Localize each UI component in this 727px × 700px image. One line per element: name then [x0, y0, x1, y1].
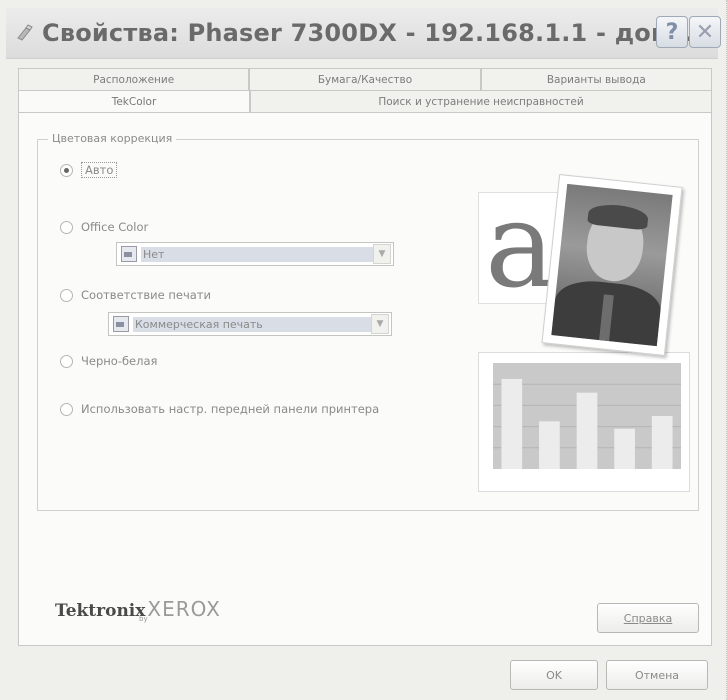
window-title: Свойства: Phaser 7300DX - 192.168.1.1 - … [42, 19, 712, 47]
tekcolor-panel: Цветовая коррекция Авто Office Color Нет… [18, 112, 712, 646]
tab-troubleshooting[interactable]: Поиск и устранение неисправностей [250, 90, 712, 112]
radio-black-white-button[interactable] [60, 354, 73, 368]
press-match-value: Коммерческая печать [133, 316, 371, 332]
tab-output-options[interactable]: Варианты вывода [480, 68, 712, 90]
radio-office-color-label: Office Color [81, 220, 149, 234]
preview-photo [541, 173, 683, 357]
chart-bar [576, 392, 598, 469]
help-button[interactable]: Справка [597, 603, 699, 633]
brand-tektronix: Tektronix [55, 601, 146, 621]
close-title-button[interactable]: ✕ [689, 16, 721, 48]
brand-xerox: XEROX [147, 597, 221, 621]
chart-bar [614, 428, 635, 469]
tektronix-xerox-logo: Tektronix XEROX by [55, 597, 221, 623]
title-bar: Свойства: Phaser 7300DX - 192.168.1.1 - … [6, 8, 721, 59]
radio-office-color[interactable]: Office Color [60, 220, 148, 234]
office-color-value: Нет [141, 246, 373, 262]
preview-chart-card [478, 352, 690, 492]
preview-chart [493, 363, 681, 469]
color-correction-group: Цветовая коррекция Авто Office Color Нет… [37, 132, 699, 511]
radio-press-match[interactable]: Соответствие печати [60, 288, 211, 302]
chevron-down-icon[interactable]: ▼ [371, 314, 389, 334]
radio-auto[interactable]: Авто [60, 162, 118, 178]
cancel-button[interactable]: Отмена [606, 660, 708, 690]
tab-paper-quality[interactable]: Бумага/Качество [249, 68, 481, 90]
printer-icon [14, 22, 36, 44]
radio-front-panel-label: Использовать настр. передней панели прин… [81, 402, 380, 416]
chart-bar [539, 421, 560, 469]
radio-press-match-button[interactable] [60, 288, 73, 302]
help-title-button[interactable]: ? [656, 16, 688, 48]
radio-black-white-label: Черно-белая [81, 354, 158, 368]
radio-auto-button[interactable] [60, 163, 73, 177]
chevron-down-icon[interactable]: ▼ [373, 244, 391, 264]
radio-front-panel-button[interactable] [60, 402, 73, 416]
color-profile-icon [113, 316, 129, 332]
color-preview-image: a [462, 173, 690, 492]
ok-button[interactable]: OK [510, 660, 598, 690]
chart-bar [501, 378, 523, 469]
press-match-select[interactable]: Коммерческая печать ▼ [108, 312, 392, 336]
brand-by: by [139, 615, 148, 623]
color-correction-title: Цветовая коррекция [48, 132, 177, 145]
radio-office-color-button[interactable] [60, 220, 73, 234]
tab-layout[interactable]: Расположение [18, 68, 250, 90]
office-color-select[interactable]: Нет ▼ [116, 242, 394, 266]
help-button-label: Справка [623, 611, 673, 625]
radio-black-white[interactable]: Черно-белая [60, 354, 157, 368]
radio-auto-label: Авто [81, 162, 118, 178]
tab-tekcolor[interactable]: TekColor [18, 90, 250, 112]
radio-front-panel[interactable]: Использовать настр. передней панели прин… [60, 402, 379, 416]
printer-properties-dialog: Свойства: Phaser 7300DX - 192.168.1.1 - … [0, 0, 727, 700]
tab-row-back: Расположение Бумага/Качество Варианты вы… [18, 68, 712, 90]
preview-portrait [551, 183, 673, 347]
chart-bar [651, 416, 673, 469]
tab-row-front: TekColor Поиск и устранение неисправност… [18, 90, 712, 112]
radio-press-match-label: Соответствие печати [81, 288, 211, 302]
preview-letter: a [485, 192, 556, 304]
color-profile-icon [121, 246, 137, 262]
